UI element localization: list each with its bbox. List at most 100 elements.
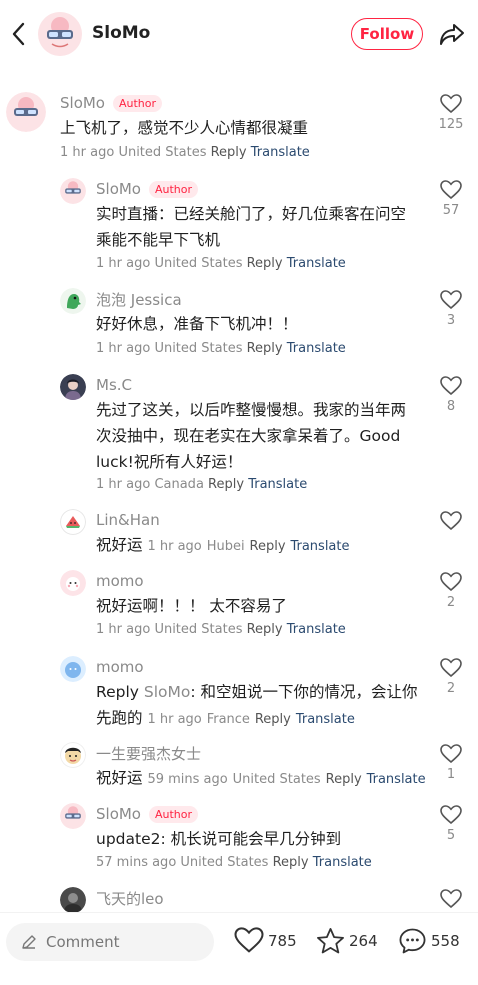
back-button[interactable] [6, 18, 30, 50]
comment-text: 上飞机了，感觉不少人心情都很凝重 [60, 119, 309, 137]
like-button[interactable]: 2 [438, 572, 464, 610]
comment-placeholder: Comment [46, 933, 120, 951]
comment-text: update2: 机长说可能会早几分钟到 [96, 830, 342, 848]
comment-text: 好好休息，准备下飞机冲！！ [96, 315, 298, 333]
like-post-button[interactable]: 785 [234, 927, 297, 954]
reply-link[interactable]: Reply [326, 772, 362, 787]
comment-author[interactable]: SloMo [96, 805, 141, 823]
comment-input[interactable]: Comment [6, 923, 214, 961]
comment-author[interactable]: SloMo [60, 94, 105, 112]
like-count: 8 [446, 399, 456, 414]
like-button[interactable] [438, 889, 464, 909]
translate-link[interactable]: Translate [287, 622, 346, 637]
like-button[interactable]: 57 [438, 180, 464, 218]
comment-time: 1 hr ago [147, 539, 202, 554]
comment-meta: 1 hr ago United States Reply Translate [96, 622, 346, 637]
reply-link[interactable]: Reply [255, 712, 291, 727]
like-count: 57 [442, 203, 460, 218]
comment-item: 一生要强杰女士 祝好运 59 mins ago United States Re… [0, 738, 478, 794]
reply-link[interactable]: Reply [247, 341, 283, 356]
comment-meta: 1 hr ago United States Reply Translate [96, 341, 346, 356]
translate-link[interactable]: Translate [313, 855, 372, 870]
author-badge: Author [149, 180, 199, 198]
reply-link[interactable]: Reply [247, 622, 283, 637]
translate-link[interactable]: Translate [296, 712, 355, 727]
comment-item: SloMo Author 上飞机了，感觉不少人心情都很凝重 1 hr ago U… [0, 82, 478, 166]
heart-icon [440, 94, 462, 114]
avatar[interactable] [6, 92, 46, 132]
avatar[interactable] [60, 570, 86, 596]
comment-author[interactable]: Lin&Han [96, 511, 160, 529]
follow-button[interactable]: Follow [351, 18, 423, 50]
avatar[interactable] [60, 803, 86, 829]
avatar[interactable] [60, 509, 86, 535]
comment-location: United States [232, 772, 321, 787]
comment-text: 祝好运啊！！！ 太不容易了 [96, 597, 287, 615]
translate-link[interactable]: Translate [290, 539, 349, 554]
comment-author[interactable]: momo [96, 572, 144, 590]
translate-link[interactable]: Translate [287, 256, 346, 271]
reply-link[interactable]: Reply [273, 855, 309, 870]
comment-author[interactable]: 泡泡 Jessica [96, 289, 182, 310]
avatar[interactable] [60, 887, 86, 913]
comment-time: 1 hr ago [147, 712, 202, 727]
heart-icon [440, 511, 462, 531]
translate-link[interactable]: Translate [251, 145, 310, 160]
collect-total: 264 [349, 932, 378, 950]
reply-link[interactable]: Reply [211, 145, 247, 160]
reply-prefix: Reply [96, 683, 139, 701]
like-count: 2 [446, 595, 456, 610]
chat-bubble-icon [399, 928, 426, 954]
comment-time: 1 hr ago [60, 145, 115, 160]
comment-location: United States [154, 341, 243, 356]
comment-author[interactable]: Ms.C [96, 376, 132, 394]
avatar[interactable] [60, 288, 86, 314]
comment-item: 飞天的leo [0, 885, 478, 913]
comment-author[interactable]: momo [96, 658, 144, 676]
reply-link[interactable]: Reply [250, 539, 286, 554]
share-button[interactable] [438, 19, 466, 49]
like-button[interactable]: 125 [438, 94, 464, 132]
like-button[interactable]: 2 [438, 658, 464, 696]
like-button[interactable]: 1 [438, 744, 464, 782]
comment-location: Hubei [206, 539, 245, 554]
comment-body: 祝好运 59 mins ago United States Reply Tran… [96, 765, 436, 793]
like-button[interactable]: 3 [438, 290, 464, 328]
comment-author[interactable]: 一生要强杰女士 [96, 743, 201, 764]
bottom-action-bar: Comment 785 264 558 [0, 912, 478, 985]
reply-link[interactable]: Reply [208, 477, 244, 492]
like-count: 1 [446, 767, 456, 782]
like-button[interactable] [438, 511, 464, 531]
page-title[interactable]: SloMo [92, 23, 150, 43]
avatar[interactable] [60, 742, 86, 768]
comment-author[interactable]: 飞天的leo [96, 888, 164, 909]
comment-location: Canada [154, 477, 204, 492]
comment-time: 57 mins ago [96, 855, 177, 870]
comment-meta: 57 mins ago United States Reply Translat… [96, 855, 372, 870]
translate-link[interactable]: Translate [367, 772, 426, 787]
comment-location: France [206, 712, 250, 727]
translate-link[interactable]: Translate [287, 341, 346, 356]
share-icon [440, 24, 464, 45]
like-count: 5 [446, 828, 456, 843]
avatar[interactable] [60, 178, 86, 204]
comment-author[interactable]: SloMo [96, 180, 141, 198]
avatar[interactable] [60, 656, 86, 682]
translate-link[interactable]: Translate [248, 477, 307, 492]
comment-time: 1 hr ago [96, 256, 151, 271]
heart-icon [440, 572, 462, 592]
mention-link[interactable]: SloMo [144, 683, 191, 701]
reply-link[interactable]: Reply [247, 256, 283, 271]
comments-button[interactable]: 558 [398, 927, 460, 955]
comment-time: 1 hr ago [96, 477, 151, 492]
comment-total: 558 [431, 932, 460, 950]
like-button[interactable]: 5 [438, 805, 464, 843]
comment-item: SloMo Author update2: 机长说可能会早几分钟到 57 min… [0, 799, 478, 879]
avatar[interactable] [38, 12, 82, 56]
comment-body: Reply SloMo: 和空姐说一下你的情况，会让你先跑的 1 hr ago … [96, 679, 422, 733]
avatar[interactable] [60, 374, 86, 400]
heart-icon [440, 805, 462, 825]
like-button[interactable]: 8 [438, 376, 464, 414]
comment-item: Ms.C 先过了这关，以后咋整慢慢想。我家的当年两次没抽中，现在老实在大家拿呆着… [0, 370, 478, 500]
collect-button[interactable]: 264 [316, 927, 378, 955]
